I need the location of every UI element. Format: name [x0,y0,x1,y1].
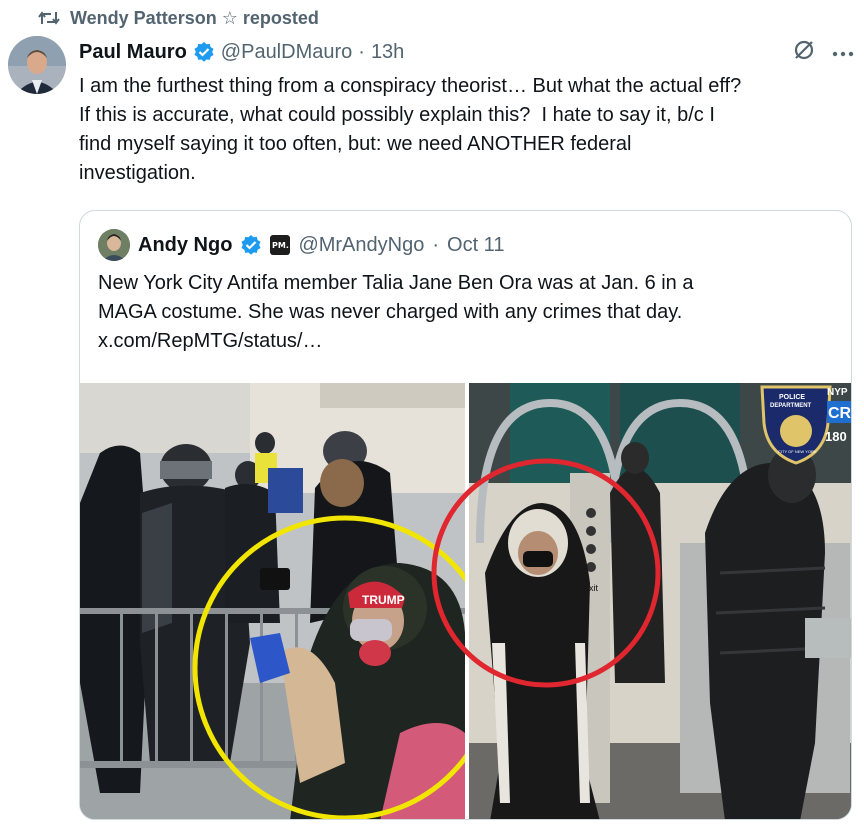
quoted-media[interactable]: TRUMP Exit POLICE DEPARTMENT CITY OF NEW… [80,383,852,819]
quoted-post[interactable]: Andy Ngo PM. @MrAndyNgo · Oct 11 New Yor… [79,210,852,820]
quoted-author-handle[interactable]: @MrAndyNgo [298,234,424,257]
patch-ring-text: CITY OF NEW YORK [778,449,817,454]
more-options-icon[interactable] [832,44,854,62]
grok-icon[interactable] [792,38,816,67]
post-timestamp[interactable]: 13h [371,41,404,64]
corner-label-2: CR [828,405,852,422]
quoted-author-avatar[interactable] [98,229,130,261]
patch-mid-text: DEPARTMENT [770,403,812,409]
corner-label-1: NYP [827,387,848,398]
corner-label-3: 180 [825,429,847,444]
quoted-timestamp[interactable]: Oct 11 [447,234,504,257]
quoted-author-name[interactable]: Andy Ngo [138,234,232,257]
author-avatar[interactable] [8,36,66,94]
quoted-body: New York City Antifa member Talia Jane B… [98,272,694,352]
post-header: Paul Mauro @PaulDMauro · 13h [79,38,404,66]
repost-icon [38,9,60,27]
right-photo: Exit POLICE DEPARTMENT CITY OF NEW YORK … [431,383,852,819]
quoted-header: Andy Ngo PM. @MrAndyNgo · Oct 11 [98,227,504,263]
quoted-separator: · [432,233,440,256]
verified-badge-icon [193,41,215,63]
author-handle[interactable]: @PaulDMauro [221,41,352,64]
author-name[interactable]: Paul Mauro [79,41,187,64]
repost-text[interactable]: Wendy Patterson ☆ reposted [70,8,319,29]
left-photo: TRUMP [80,383,498,819]
affiliate-badge-icon[interactable]: PM. [270,235,291,255]
header-separator: · [358,40,365,63]
post-actions [792,38,854,67]
patch-top-text: POLICE [779,394,805,401]
quoted-verified-badge-icon [240,234,262,256]
repost-indicator: Wendy Patterson ☆ reposted [38,6,319,30]
hat-text: TRUMP [362,593,405,607]
post-body: I am the furthest thing from a conspirac… [79,75,742,184]
